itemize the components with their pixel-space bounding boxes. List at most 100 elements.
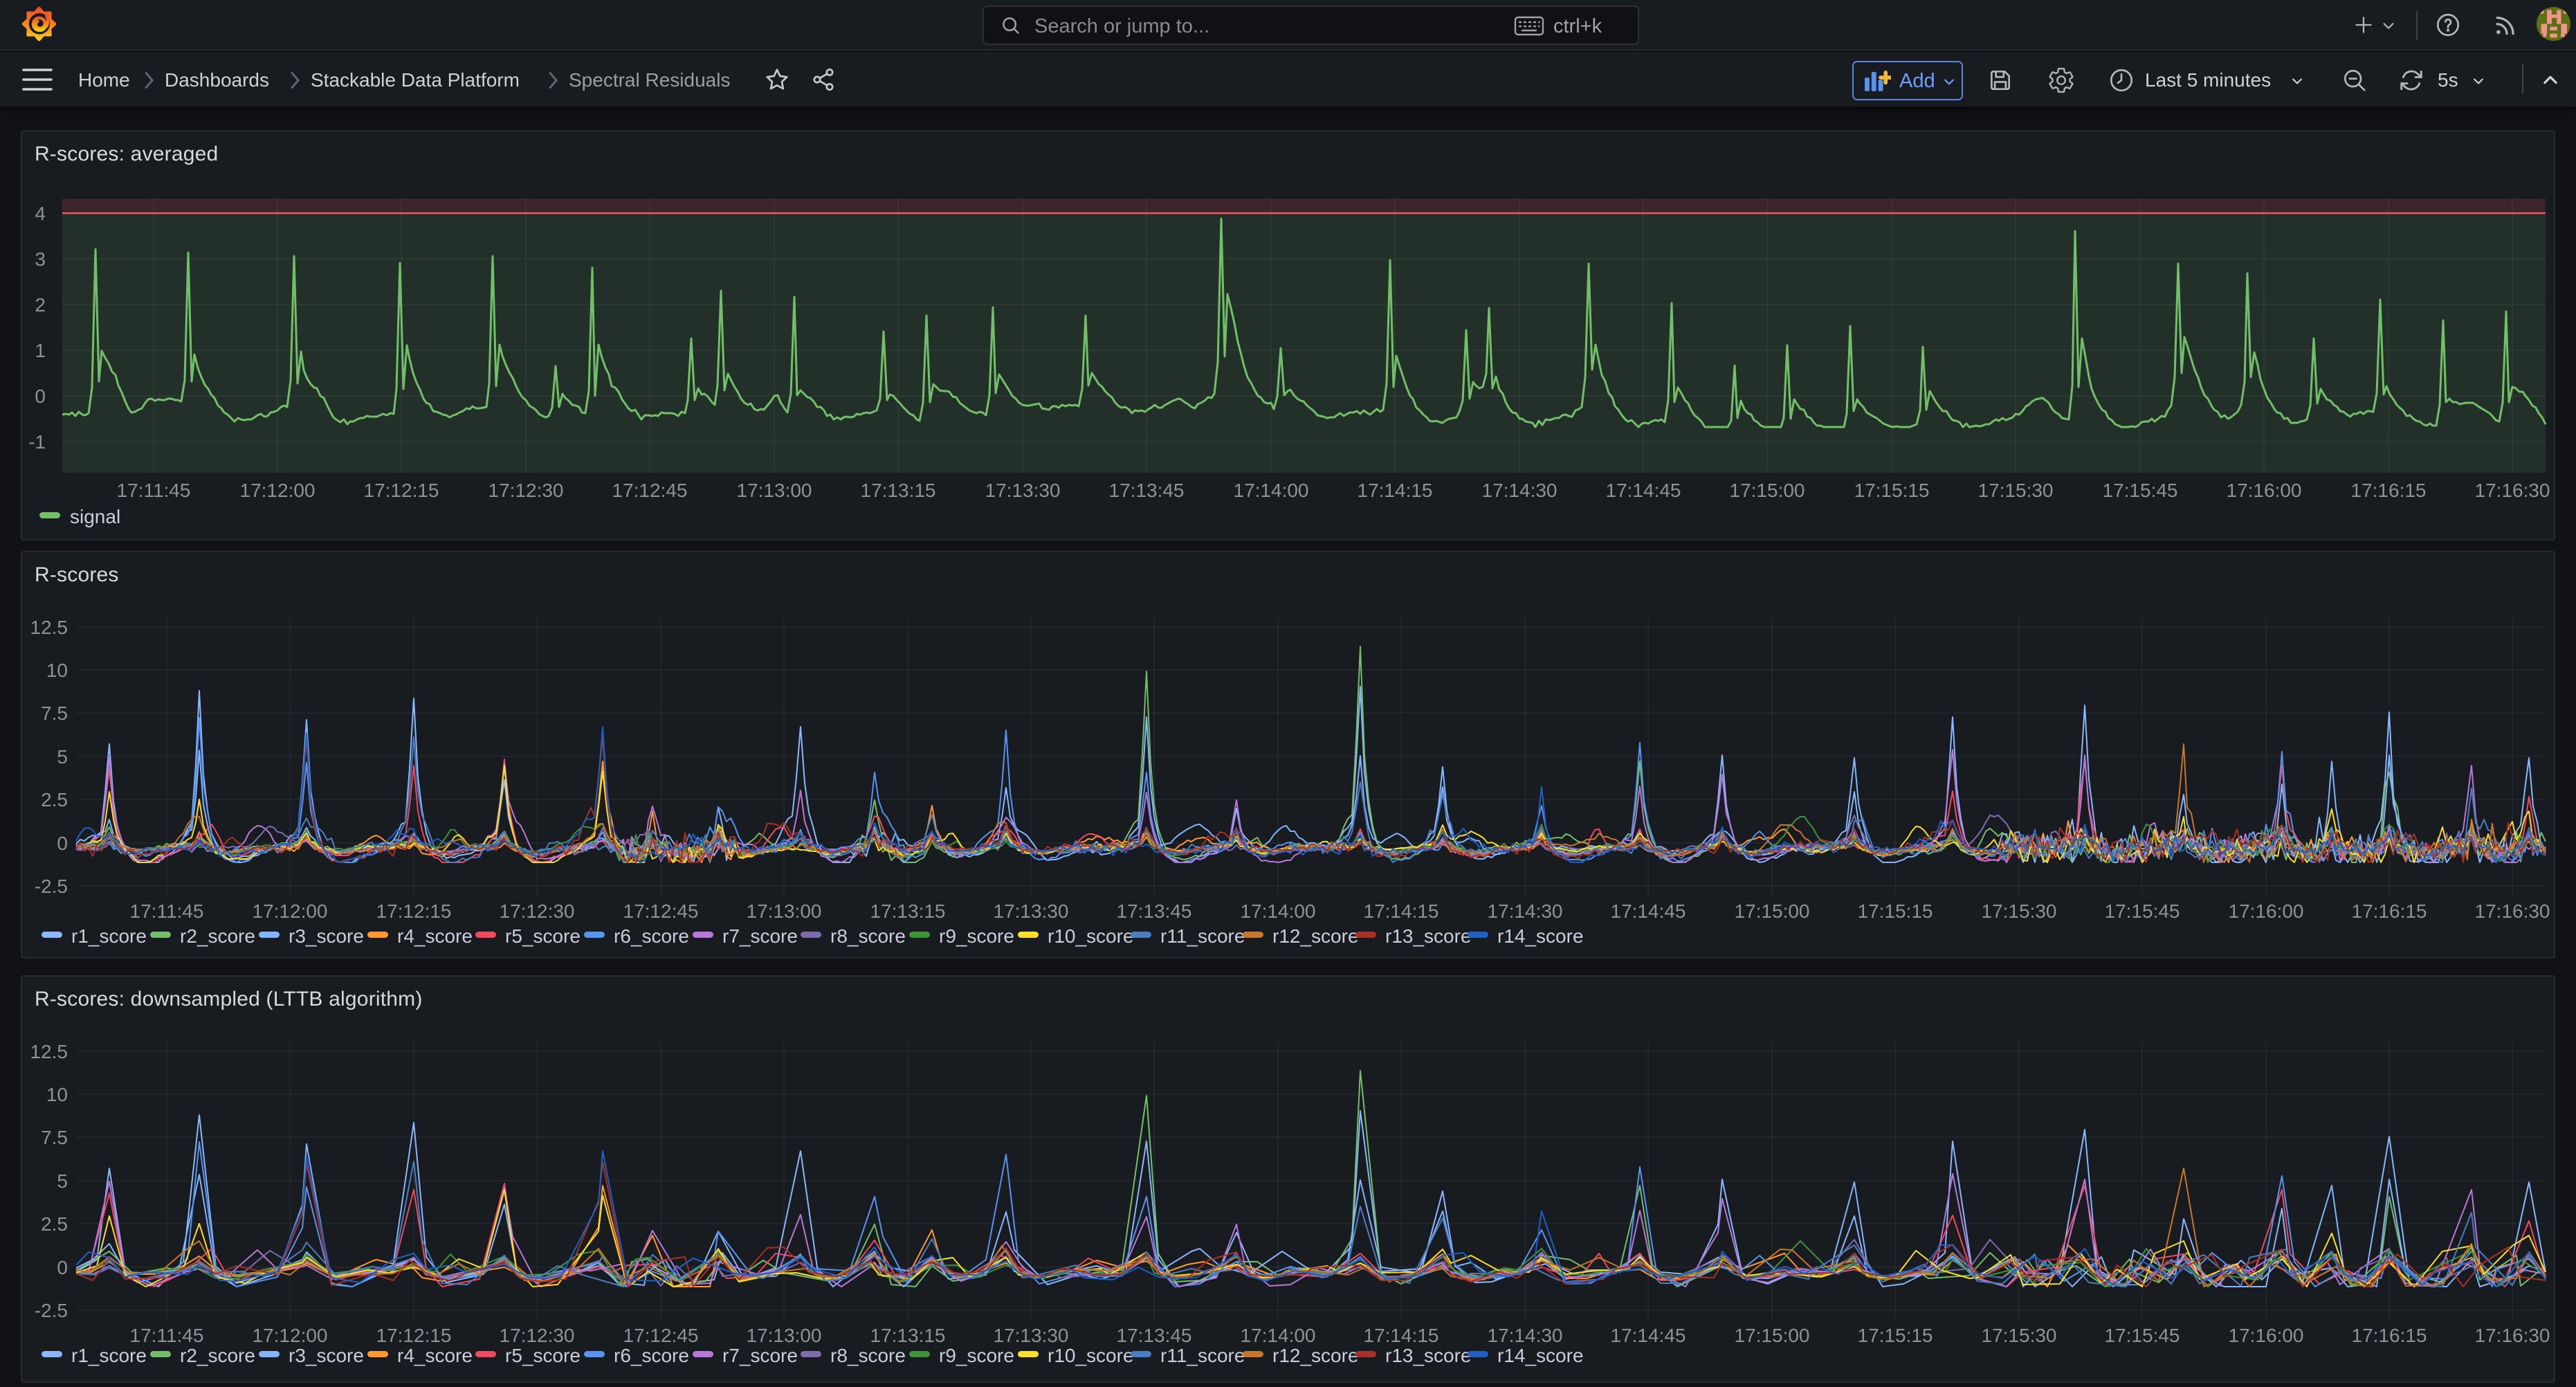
svg-text:17:13:30: 17:13:30	[994, 900, 1069, 922]
svg-text:17:14:45: 17:14:45	[1606, 480, 1681, 501]
svg-text:17:12:00: 17:12:00	[253, 900, 328, 922]
svg-text:r14_score: r14_score	[1497, 925, 1584, 947]
svg-text:2.5: 2.5	[41, 789, 68, 810]
svg-text:17:13:45: 17:13:45	[1109, 480, 1185, 501]
svg-text:17:13:15: 17:13:15	[870, 900, 946, 922]
svg-text:7.5: 7.5	[41, 1127, 68, 1148]
svg-text:3: 3	[35, 248, 46, 270]
svg-text:17:14:15: 17:14:15	[1358, 480, 1433, 501]
svg-text:17:14:00: 17:14:00	[1234, 480, 1309, 501]
svg-text:17:15:15: 17:15:15	[1854, 480, 1930, 501]
svg-text:r14_score: r14_score	[1497, 1345, 1584, 1366]
svg-text:17:14:00: 17:14:00	[1241, 1325, 1316, 1346]
svg-text:17:13:45: 17:13:45	[1117, 900, 1192, 922]
svg-text:-1: -1	[28, 431, 46, 453]
svg-text:r10_score: r10_score	[1048, 925, 1134, 947]
svg-text:17:15:15: 17:15:15	[1858, 900, 1933, 922]
svg-text:17:14:45: 17:14:45	[1611, 900, 1686, 922]
svg-text:r10_score: r10_score	[1048, 1345, 1134, 1366]
svg-text:0: 0	[35, 386, 46, 407]
svg-text:7.5: 7.5	[41, 702, 68, 724]
svg-text:10: 10	[46, 1084, 68, 1105]
svg-text:17:11:45: 17:11:45	[130, 1325, 204, 1346]
svg-text:17:12:00: 17:12:00	[253, 1325, 328, 1346]
svg-text:r6_score: r6_score	[614, 1345, 689, 1366]
svg-text:r9_score: r9_score	[939, 925, 1014, 947]
svg-text:-2.5: -2.5	[35, 876, 68, 897]
svg-text:r4_score: r4_score	[397, 1345, 473, 1366]
svg-text:17:13:00: 17:13:00	[737, 480, 812, 501]
svg-text:17:14:30: 17:14:30	[1488, 900, 1563, 922]
svg-text:r4_score: r4_score	[397, 925, 473, 947]
svg-text:17:12:45: 17:12:45	[623, 1325, 699, 1346]
svg-text:17:13:15: 17:13:15	[861, 480, 936, 501]
svg-text:r2_score: r2_score	[180, 925, 255, 947]
svg-text:17:13:30: 17:13:30	[994, 1325, 1069, 1346]
svg-text:17:14:15: 17:14:15	[1364, 1325, 1439, 1346]
svg-text:12.5: 12.5	[30, 1041, 68, 1062]
svg-text:r6_score: r6_score	[614, 925, 689, 947]
svg-text:2: 2	[35, 294, 46, 316]
svg-text:17:12:45: 17:12:45	[623, 900, 699, 922]
svg-text:17:16:30: 17:16:30	[2475, 900, 2550, 922]
svg-text:17:12:15: 17:12:15	[376, 900, 452, 922]
svg-text:r8_score: r8_score	[830, 1345, 906, 1366]
svg-text:17:13:45: 17:13:45	[1117, 1325, 1192, 1346]
svg-text:r3_score: r3_score	[289, 925, 364, 947]
svg-text:17:12:30: 17:12:30	[488, 480, 564, 501]
svg-text:17:11:45: 17:11:45	[117, 480, 191, 501]
svg-text:0: 0	[57, 833, 68, 854]
svg-text:17:12:00: 17:12:00	[240, 480, 316, 501]
svg-text:17:12:15: 17:12:15	[376, 1325, 452, 1346]
svg-text:17:16:00: 17:16:00	[2227, 480, 2302, 501]
svg-text:17:16:15: 17:16:15	[2352, 1325, 2427, 1346]
svg-text:12.5: 12.5	[30, 617, 68, 638]
svg-text:2.5: 2.5	[41, 1213, 68, 1235]
svg-text:17:13:30: 17:13:30	[985, 480, 1061, 501]
svg-text:17:15:30: 17:15:30	[1982, 1325, 2057, 1346]
svg-text:0: 0	[57, 1257, 68, 1278]
svg-text:17:14:30: 17:14:30	[1482, 480, 1558, 501]
svg-text:r13_score: r13_score	[1385, 925, 1472, 947]
svg-text:r11_score: r11_score	[1160, 925, 1245, 947]
svg-text:r1_score: r1_score	[71, 925, 147, 947]
svg-text:17:12:30: 17:12:30	[500, 1325, 575, 1346]
svg-text:4: 4	[35, 203, 46, 224]
svg-text:r7_score: r7_score	[722, 1345, 798, 1366]
svg-text:17:16:00: 17:16:00	[2229, 900, 2304, 922]
svg-text:17:14:30: 17:14:30	[1488, 1325, 1563, 1346]
svg-text:r3_score: r3_score	[289, 1345, 364, 1366]
svg-text:17:15:30: 17:15:30	[1982, 900, 2057, 922]
svg-text:17:15:30: 17:15:30	[1978, 480, 2054, 501]
svg-text:17:14:15: 17:14:15	[1364, 900, 1439, 922]
svg-text:17:15:45: 17:15:45	[2103, 480, 2178, 501]
svg-text:10: 10	[46, 660, 68, 681]
svg-text:r9_score: r9_score	[939, 1345, 1014, 1366]
svg-text:17:16:30: 17:16:30	[2475, 1325, 2550, 1346]
svg-text:r13_score: r13_score	[1385, 1345, 1472, 1366]
svg-text:r12_score: r12_score	[1272, 925, 1359, 947]
svg-text:17:15:00: 17:15:00	[1735, 900, 1810, 922]
svg-text:r12_score: r12_score	[1272, 1345, 1359, 1366]
svg-text:17:11:45: 17:11:45	[130, 900, 204, 922]
svg-text:5: 5	[57, 746, 68, 768]
svg-text:-2.5: -2.5	[35, 1300, 68, 1321]
svg-text:17:14:45: 17:14:45	[1611, 1325, 1686, 1346]
svg-text:17:16:00: 17:16:00	[2229, 1325, 2304, 1346]
svg-text:r7_score: r7_score	[722, 925, 798, 947]
svg-text:r5_score: r5_score	[505, 1345, 581, 1366]
svg-text:17:16:30: 17:16:30	[2475, 480, 2550, 501]
svg-text:r2_score: r2_score	[180, 1345, 255, 1366]
svg-text:5: 5	[57, 1170, 68, 1192]
svg-text:r5_score: r5_score	[505, 925, 581, 947]
svg-text:17:16:15: 17:16:15	[2352, 900, 2427, 922]
svg-text:17:13:00: 17:13:00	[747, 900, 822, 922]
svg-text:17:14:00: 17:14:00	[1241, 900, 1316, 922]
svg-text:17:15:15: 17:15:15	[1858, 1325, 1933, 1346]
svg-text:17:15:00: 17:15:00	[1730, 480, 1805, 501]
svg-text:r8_score: r8_score	[830, 925, 906, 947]
svg-text:17:13:15: 17:13:15	[870, 1325, 946, 1346]
svg-text:17:15:45: 17:15:45	[2105, 1325, 2180, 1346]
svg-text:r11_score: r11_score	[1160, 1345, 1245, 1366]
svg-text:17:12:15: 17:12:15	[364, 480, 439, 501]
